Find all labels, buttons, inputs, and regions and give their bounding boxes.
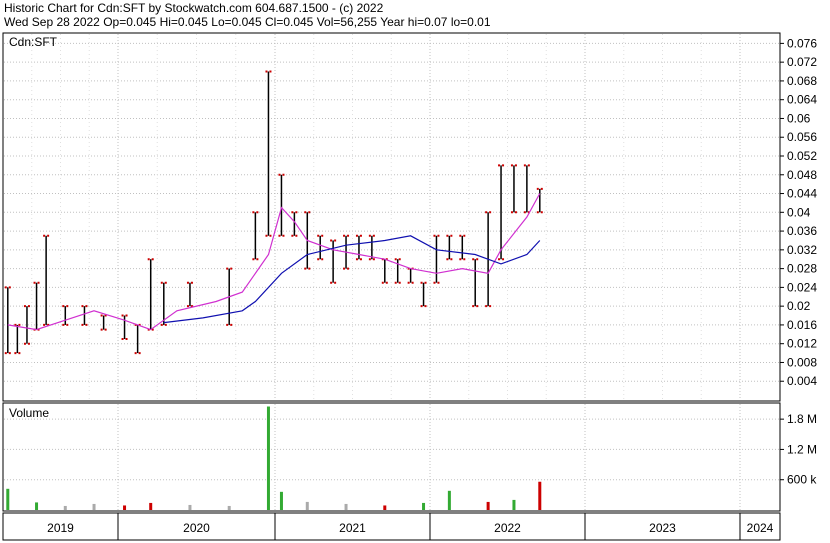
price-tick-label: 0.036 <box>787 224 817 238</box>
price-tick-label: 0.016 <box>787 318 817 332</box>
volume-bar <box>63 505 67 510</box>
price-tick-label: 0.052 <box>787 149 817 163</box>
price-tick-label: 0.024 <box>787 280 817 294</box>
volume-bar <box>6 488 10 510</box>
price-tick-label: 0.072 <box>787 55 817 69</box>
price-tick-label: 0.068 <box>787 74 817 88</box>
price-tick-label: 0.032 <box>787 243 817 257</box>
chart-window: Historic Chart for Cdn:SFT by Stockwatch… <box>0 0 830 543</box>
volume-axis-ticks: 1.8 M 1.2 M 600 k <box>780 412 817 487</box>
year-label: 2021 <box>339 521 366 535</box>
price-panel <box>2 32 781 402</box>
price-tick-label: 0.04 <box>787 205 811 219</box>
price-tick-label: 0.028 <box>787 262 817 276</box>
volume-bar <box>447 490 451 510</box>
volume-bar <box>383 505 387 510</box>
stock-chart-svg: 0.076 0.072 0.068 0.064 0.06 0.056 0.052 0.048 0… <box>2 32 817 541</box>
year-label: 2022 <box>494 521 521 535</box>
volume-bar <box>512 499 516 510</box>
price-axis-ticks: 0.076 0.072 0.068 0.064 0.06 0.056 0.052 0.048 0… <box>780 36 817 388</box>
price-tick-label: 0.076 <box>787 36 817 50</box>
volume-bar <box>486 501 490 510</box>
price-tick-label: 0.02 <box>787 299 811 313</box>
price-tick-label: 0.004 <box>787 374 817 388</box>
volume-bar <box>35 502 39 510</box>
volume-bar <box>305 501 309 510</box>
price-tick-label: 0.008 <box>787 355 817 369</box>
volume-bar <box>279 491 283 510</box>
volume-panel-label: Volume <box>9 406 49 420</box>
volume-bar <box>344 503 348 510</box>
year-label: 2019 <box>47 521 74 535</box>
volume-tick-label: 600 k <box>787 473 817 487</box>
volume-bar <box>188 504 192 510</box>
price-tick-label: 0.044 <box>787 187 817 201</box>
price-panel-label: Cdn:SFT <box>9 35 58 49</box>
volume-bar <box>266 406 270 510</box>
volume-bar <box>227 505 231 510</box>
year-label: 2020 <box>183 521 210 535</box>
volume-tick-label: 1.2 M <box>787 442 817 456</box>
volume-tick-label: 1.8 M <box>787 412 817 426</box>
price-tick-label: 0.012 <box>787 337 817 351</box>
volume-bar <box>422 502 426 510</box>
price-tick-label: 0.06 <box>787 111 811 125</box>
year-label: 2024 <box>747 521 774 535</box>
price-tick-label: 0.064 <box>787 93 817 107</box>
year-label: 2023 <box>649 521 676 535</box>
volume-bar <box>92 503 96 510</box>
price-tick-label: 0.048 <box>787 168 817 182</box>
volume-bar <box>538 481 542 510</box>
volume-bar <box>123 505 127 510</box>
price-tick-label: 0.056 <box>787 130 817 144</box>
volume-bar <box>149 502 153 510</box>
